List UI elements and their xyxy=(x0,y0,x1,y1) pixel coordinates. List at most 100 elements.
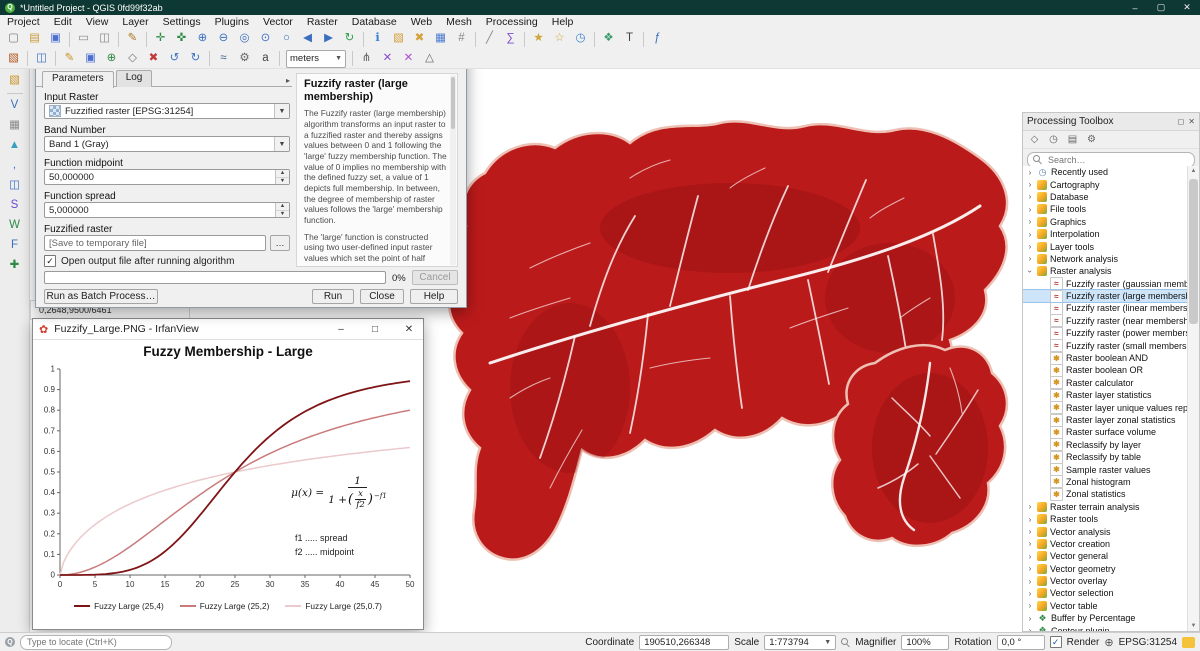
toggle-editing-icon[interactable]: ✎ xyxy=(60,50,79,68)
run-as-batch-button[interactable]: Run as Batch Process… xyxy=(44,289,158,304)
toolbox-item-cartography[interactable]: ›Cartography xyxy=(1023,178,1188,190)
expander-icon[interactable]: › xyxy=(1026,515,1034,524)
debugging-tools-icon[interactable]: ≈ xyxy=(214,50,233,68)
toolbox-item-raster-boolean-and[interactable]: ✱Raster boolean AND xyxy=(1023,352,1188,364)
zoom-out-icon[interactable]: ⊖ xyxy=(214,30,233,48)
spin-down-icon[interactable]: ▼ xyxy=(276,178,289,185)
toolbox-item-vector-selection[interactable]: ›Vector selection xyxy=(1023,587,1188,599)
toolbox-item-raster-layer-unique-values-report[interactable]: ✱Raster layer unique values report xyxy=(1023,401,1188,413)
scroll-down-icon[interactable]: ▼ xyxy=(1188,623,1199,629)
zoom-next-icon[interactable]: ▶ xyxy=(319,30,338,48)
toolbox-item-fuzzify-raster-linear-membership[interactable]: ≈Fuzzify raster (linear membership) xyxy=(1023,302,1188,314)
add-spatialite-layer-icon[interactable]: S xyxy=(5,197,24,215)
expander-icon[interactable]: › xyxy=(1026,502,1034,511)
toolbox-item-fuzzify-raster-small-membership[interactable]: ≈Fuzzify raster (small membership) xyxy=(1023,339,1188,351)
expander-icon[interactable]: › xyxy=(1026,254,1034,263)
add-feature-icon[interactable]: ⊕ xyxy=(102,50,121,68)
toolbox-item-vector-overlay[interactable]: ›Vector overlay xyxy=(1023,575,1188,587)
scrollbar-thumb[interactable] xyxy=(1189,179,1198,324)
toolbox-item-zonal-statistics[interactable]: ✱Zonal statistics xyxy=(1023,488,1188,500)
rotation-value[interactable]: 0,0 ° xyxy=(997,635,1045,650)
deselect-features-icon[interactable]: ✖ xyxy=(410,30,429,48)
menu-raster[interactable]: Raster xyxy=(300,16,345,28)
tab-log[interactable]: Log xyxy=(116,70,153,87)
measure-line-icon[interactable]: ╱ xyxy=(480,30,499,48)
menu-project[interactable]: Project xyxy=(0,16,47,28)
pan-map-icon[interactable]: ✛ xyxy=(151,30,170,48)
menu-help[interactable]: Help xyxy=(545,16,581,28)
undo-icon[interactable]: ↺ xyxy=(165,50,184,68)
expander-icon[interactable]: › xyxy=(1026,267,1035,275)
vertex-tool-icon[interactable]: ◇ xyxy=(123,50,142,68)
menu-mesh[interactable]: Mesh xyxy=(439,16,479,28)
toolbox-scrollbar[interactable]: ▲ ▼ xyxy=(1187,166,1199,631)
expander-icon[interactable]: › xyxy=(1026,577,1034,586)
add-raster-layer-icon[interactable]: ▦ xyxy=(5,117,24,135)
menu-plugins[interactable]: Plugins xyxy=(208,16,256,28)
toolbox-item-database[interactable]: ›Database xyxy=(1023,191,1188,203)
open-project-icon[interactable]: ▤ xyxy=(25,30,44,48)
menu-settings[interactable]: Settings xyxy=(156,16,208,28)
toolbox-item-raster-analysis[interactable]: ›Raster analysis xyxy=(1023,265,1188,277)
identify-features-icon[interactable]: ℹ xyxy=(368,30,387,48)
output-file-field[interactable]: [Save to temporary file] xyxy=(44,235,266,251)
function-midpoint-spinbox[interactable]: 50,000000 ▲▼ xyxy=(44,169,290,185)
spin-up-icon[interactable]: ▲ xyxy=(276,203,289,211)
map-tips-icon[interactable]: ❖ xyxy=(599,30,618,48)
expander-icon[interactable]: › xyxy=(1026,168,1034,177)
expander-icon[interactable]: › xyxy=(1026,217,1034,226)
toolbox-item-reclassify-by-layer[interactable]: ✱Reclassify by layer xyxy=(1023,439,1188,451)
expander-icon[interactable]: › xyxy=(1026,552,1034,561)
toolbox-item-layer-tools[interactable]: ›Layer tools xyxy=(1023,240,1188,252)
toolbox-item-sample-raster-values[interactable]: ✱Sample raster values xyxy=(1023,463,1188,475)
crs-indicator[interactable]: EPSG:31254 xyxy=(1119,637,1177,648)
spin-down-icon[interactable]: ▼ xyxy=(276,211,289,218)
menu-database[interactable]: Database xyxy=(345,16,404,28)
cancel-button[interactable]: Cancel xyxy=(412,270,458,285)
save-layer-edits-icon[interactable]: ▣ xyxy=(81,50,100,68)
toolbox-item-recently-used[interactable]: ›◷Recently used xyxy=(1023,166,1188,178)
units-select[interactable]: meters▼ xyxy=(286,50,346,68)
zoom-full-icon[interactable]: ◎ xyxy=(235,30,254,48)
toolbox-item-fuzzify-raster-large-membership[interactable]: ≈Fuzzify raster (large membership) xyxy=(1023,290,1188,302)
text-annotation-icon[interactable]: T xyxy=(620,30,639,48)
toolbox-item-fuzzify-raster-gaussian-membership[interactable]: ≈Fuzzify raster (gaussian membership) xyxy=(1023,278,1188,290)
toolbox-item-vector-table[interactable]: ›Vector table xyxy=(1023,600,1188,612)
toolbox-item-raster-layer-zonal-statistics[interactable]: ✱Raster layer zonal statistics xyxy=(1023,414,1188,426)
toolbox-item-zonal-histogram[interactable]: ✱Zonal histogram xyxy=(1023,476,1188,488)
irfanview-maximize-button[interactable]: □ xyxy=(361,319,389,339)
toolbox-item-raster-terrain-analysis[interactable]: ›Raster terrain analysis xyxy=(1023,501,1188,513)
toolbox-item-fuzzify-raster-near-membership[interactable]: ≈Fuzzify raster (near membership) xyxy=(1023,315,1188,327)
results-viewer-icon[interactable]: ▤ xyxy=(1065,133,1080,147)
tracing-icon[interactable]: ✕ xyxy=(378,50,397,68)
log-messages-icon[interactable] xyxy=(1182,637,1195,648)
attribute-table-icon[interactable]: ▦ xyxy=(431,30,450,48)
toolbox-item-raster-calculator[interactable]: ✱Raster calculator xyxy=(1023,377,1188,389)
function-spread-spinbox[interactable]: 5,000000 ▲▼ xyxy=(44,202,290,218)
input-raster-combo[interactable]: Fuzzified raster [EPSG:31254] ▼ xyxy=(44,103,290,119)
menu-edit[interactable]: Edit xyxy=(47,16,79,28)
new-print-layout-icon[interactable]: ▭ xyxy=(74,30,93,48)
menu-vector[interactable]: Vector xyxy=(256,16,300,28)
window-close-button[interactable]: ✕ xyxy=(1174,0,1200,15)
statistical-summary-icon[interactable]: ∑ xyxy=(501,30,520,48)
field-calculator-icon[interactable]: # xyxy=(452,30,471,48)
toolbox-item-buffer-by-percentage[interactable]: ›❖Buffer by Percentage xyxy=(1023,612,1188,624)
snapping-icon[interactable]: ⋔ xyxy=(357,50,376,68)
add-delimited-text-icon[interactable]: , xyxy=(5,157,24,175)
data-source-manager-icon[interactable]: ▧ xyxy=(4,50,23,68)
browse-button[interactable]: … xyxy=(270,235,290,251)
processing-options-icon[interactable]: ⚙ xyxy=(235,50,254,68)
expander-icon[interactable]: › xyxy=(1026,230,1034,239)
label-options-icon[interactable]: a xyxy=(256,50,275,68)
close-button[interactable]: Close xyxy=(360,289,404,304)
band-number-combo[interactable]: Band 1 (Gray) ▼ xyxy=(44,136,290,152)
history-icon[interactable]: ◷ xyxy=(1046,133,1061,147)
help-button[interactable]: Help xyxy=(410,289,458,304)
expander-icon[interactable]: › xyxy=(1026,564,1034,573)
expander-icon[interactable]: › xyxy=(1026,192,1034,201)
menu-view[interactable]: View xyxy=(79,16,116,28)
toolbox-item-file-tools[interactable]: ›File tools xyxy=(1023,203,1188,215)
scroll-up-icon[interactable]: ▲ xyxy=(1188,168,1199,174)
menu-processing[interactable]: Processing xyxy=(479,16,545,28)
